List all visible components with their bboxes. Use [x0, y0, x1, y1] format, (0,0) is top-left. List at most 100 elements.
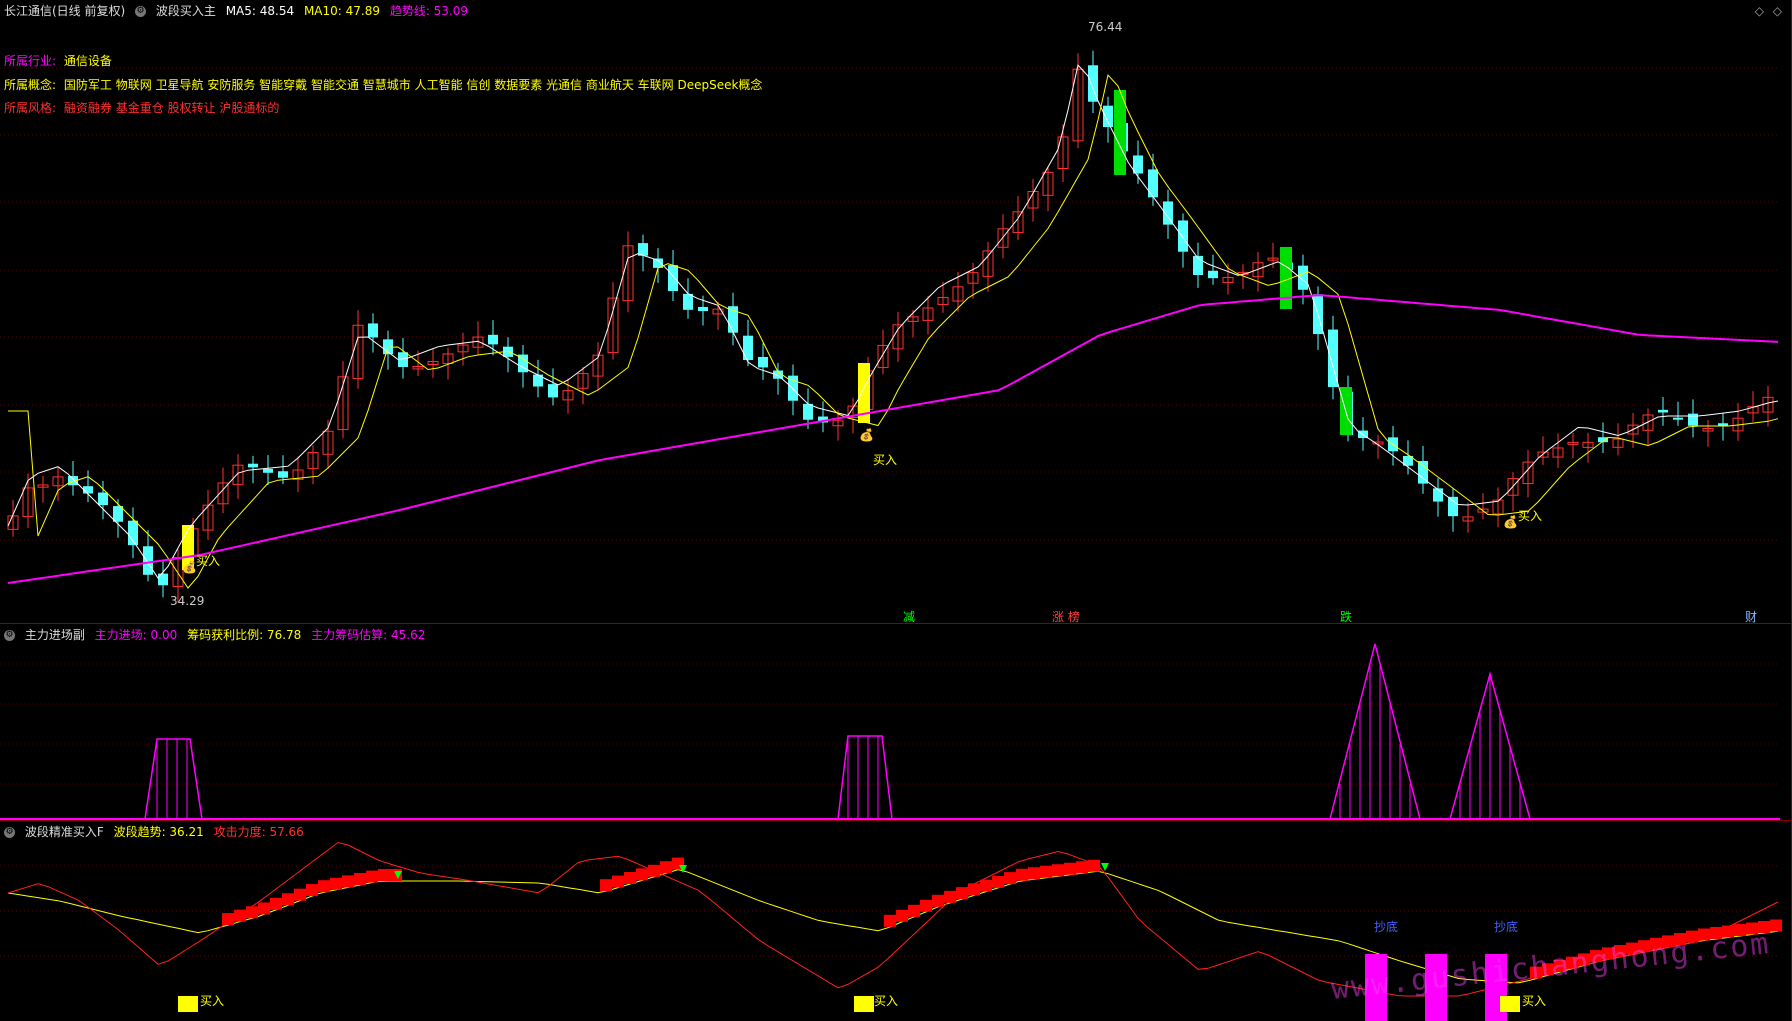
candle-body — [248, 463, 258, 468]
rise-block — [234, 909, 246, 922]
buy-square — [178, 996, 198, 1012]
main-force-chart[interactable] — [0, 624, 1792, 820]
candle-body — [368, 323, 378, 338]
concept-label: 所属概念: — [4, 78, 57, 92]
rise-block — [624, 872, 636, 884]
candle-body — [758, 356, 768, 368]
industry-row: 所属行业: 通信设备 — [4, 52, 112, 69]
candle-body — [1658, 409, 1668, 413]
candle-body — [1718, 423, 1728, 426]
rise-block — [908, 904, 920, 917]
sub1-indicator-name[interactable]: 主力进场副 — [25, 628, 85, 642]
buy-label-3: 买入 — [1518, 509, 1543, 523]
attack-value: 攻击力度: 57.66 — [213, 825, 304, 839]
main-indicator-name[interactable]: 波段买入主 — [156, 4, 216, 18]
settings-circle-icon[interactable]: ⚙ — [4, 630, 15, 641]
rise-block — [318, 880, 330, 893]
industry-value: 通信设备 — [63, 54, 112, 68]
main-chart-panel[interactable]: 长江通信(日线 前复权) ⚙ 波段买入主 MA5: 48.54 MA10: 47… — [0, 0, 1792, 623]
rise-block — [258, 902, 270, 915]
trend-value: 趋势线: 53.09 — [389, 4, 469, 18]
event-marker-limit-up[interactable]: 涨 榜 — [1052, 608, 1080, 623]
candle-body — [743, 335, 753, 361]
candle-body — [1208, 270, 1218, 279]
candle-body — [1103, 105, 1113, 128]
sub2-buy-label-2: 买入 — [874, 994, 899, 1008]
rise-block — [896, 909, 908, 922]
candle-body — [1148, 169, 1158, 198]
rise-block — [222, 913, 234, 926]
rise-block — [1064, 862, 1076, 875]
rise-block — [366, 870, 378, 883]
rise-block — [1052, 864, 1064, 877]
rise-block — [932, 894, 944, 907]
settings-circle-icon[interactable]: ⚙ — [4, 827, 15, 838]
chip-profit-value: 筹码获利比例: 76.78 — [187, 628, 302, 642]
stock-title: 长江通信(日线 前复权) — [4, 4, 126, 18]
money-bag-icon: 💰 — [182, 560, 197, 574]
candle-body — [1178, 220, 1188, 252]
rise-block — [378, 869, 390, 881]
concept-row: 所属概念: 国防军工 物联网 卫星导航 安防服务 智能穿戴 智能交通 智慧城市 … — [4, 76, 762, 93]
candle-body — [548, 384, 558, 398]
style-row: 所属风格: 融资融券 基金重仓 股权转让 沪股通标的 — [4, 99, 279, 116]
candle-body — [698, 306, 708, 312]
candle-body — [683, 293, 693, 310]
event-marker-finance[interactable]: 财 — [1745, 608, 1757, 623]
rise-block — [246, 906, 258, 919]
diamond-icon[interactable]: ◇ — [1755, 4, 1764, 18]
event-marker-drop[interactable]: 跌 — [1340, 608, 1352, 623]
sub2-indicator-name[interactable]: 波段精准买入F — [25, 825, 104, 839]
band-buy-chart[interactable] — [0, 821, 1792, 1021]
concept-value: 国防军工 物联网 卫星导航 安防服务 智能穿戴 智能交通 智慧城市 人工智能 信… — [63, 78, 763, 92]
settings-circle-icon[interactable]: ⚙ — [135, 6, 147, 17]
rise-block — [1016, 868, 1028, 881]
candle-body — [1433, 488, 1443, 502]
sub2-buy-label-1: 买入 — [200, 994, 225, 1008]
candle-body — [98, 492, 108, 506]
main-entry-value: 主力进场: 0.00 — [94, 628, 178, 642]
rise-block — [920, 899, 932, 912]
rise-block — [294, 888, 306, 901]
rise-block — [270, 897, 282, 910]
candle-body — [143, 546, 153, 575]
money-bag-icon: 💰 — [859, 428, 874, 442]
rise-block — [648, 864, 660, 877]
buy-square — [1500, 996, 1520, 1012]
candle-body — [113, 506, 123, 522]
band-trend-value: 波段趋势: 36.21 — [113, 825, 204, 839]
candlestick-chart[interactable] — [0, 0, 1792, 623]
bottom-label-1: 抄底 — [1374, 920, 1399, 934]
force-peak-3 — [1329, 643, 1421, 820]
candle-body — [668, 265, 678, 292]
band-buy-panel[interactable]: ⚙ 波段精准买入F 波段趋势: 36.21 攻击力度: 57.66 买入 买入 … — [0, 820, 1792, 1021]
rise-block — [1076, 861, 1088, 874]
rise-block — [1088, 859, 1100, 872]
rise-block — [282, 893, 294, 906]
candle-body — [803, 403, 813, 420]
candle-body — [488, 334, 498, 345]
candle-body — [1688, 413, 1698, 426]
ma5-value: MA5: 48.54 — [225, 4, 295, 18]
sub1-header: ⚙ 主力进场副 主力进场: 0.00 筹码获利比例: 76.78 主力筹码估算:… — [4, 627, 431, 643]
event-marker-reduce[interactable]: 减 — [903, 608, 915, 623]
candle-body — [278, 471, 288, 478]
rise-block — [968, 883, 980, 896]
rise-block — [1770, 919, 1782, 932]
high-price-label: 76.44 — [1088, 20, 1123, 34]
buy-square — [854, 996, 874, 1012]
close-icon[interactable]: ◇ — [1773, 4, 1782, 18]
main-chip-value: 主力筹码估算: 45.62 — [311, 628, 426, 642]
candle-body — [158, 573, 168, 586]
rise-block — [600, 879, 612, 892]
force-peak-2 — [837, 735, 893, 820]
candle-body — [1673, 417, 1683, 420]
main-force-panel[interactable]: ⚙ 主力进场副 主力进场: 0.00 筹码获利比例: 76.78 主力筹码估算:… — [0, 623, 1792, 820]
sub2-header: ⚙ 波段精准买入F 波段趋势: 36.21 攻击力度: 57.66 — [4, 824, 310, 840]
low-price-label: 34.29 — [170, 594, 205, 608]
rise-block — [956, 887, 968, 900]
buy-label-2: 买入 — [873, 453, 898, 467]
industry-label: 所属行业: — [4, 54, 57, 68]
rise-block — [980, 879, 992, 892]
rise-block — [342, 875, 354, 888]
